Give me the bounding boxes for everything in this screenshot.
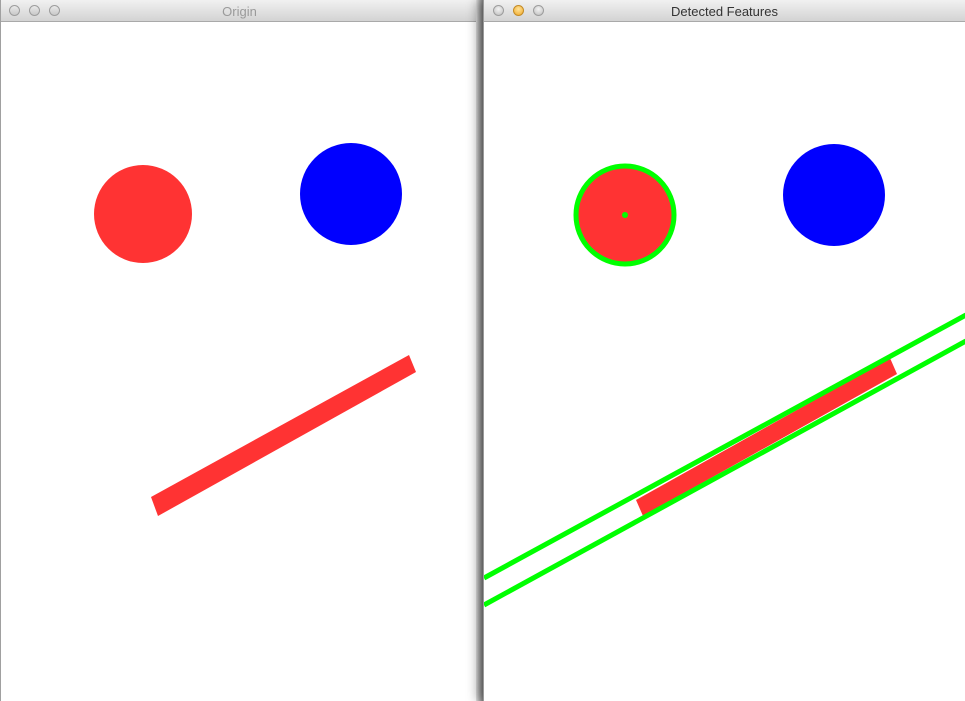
detected-image <box>484 22 965 701</box>
blue-circle <box>783 144 885 246</box>
detected-titlebar[interactable]: Detected Features <box>484 0 965 22</box>
origin-image <box>1 22 478 701</box>
window-title: Origin <box>222 4 257 19</box>
detected-window: Detected Features <box>483 0 965 701</box>
origin-titlebar[interactable]: Origin <box>1 0 478 22</box>
blue-circle <box>300 143 402 245</box>
window-title: Detected Features <box>671 4 778 19</box>
red-circle <box>94 165 192 263</box>
origin-window: Origin <box>0 0 478 701</box>
detected-circle-center <box>622 212 628 218</box>
